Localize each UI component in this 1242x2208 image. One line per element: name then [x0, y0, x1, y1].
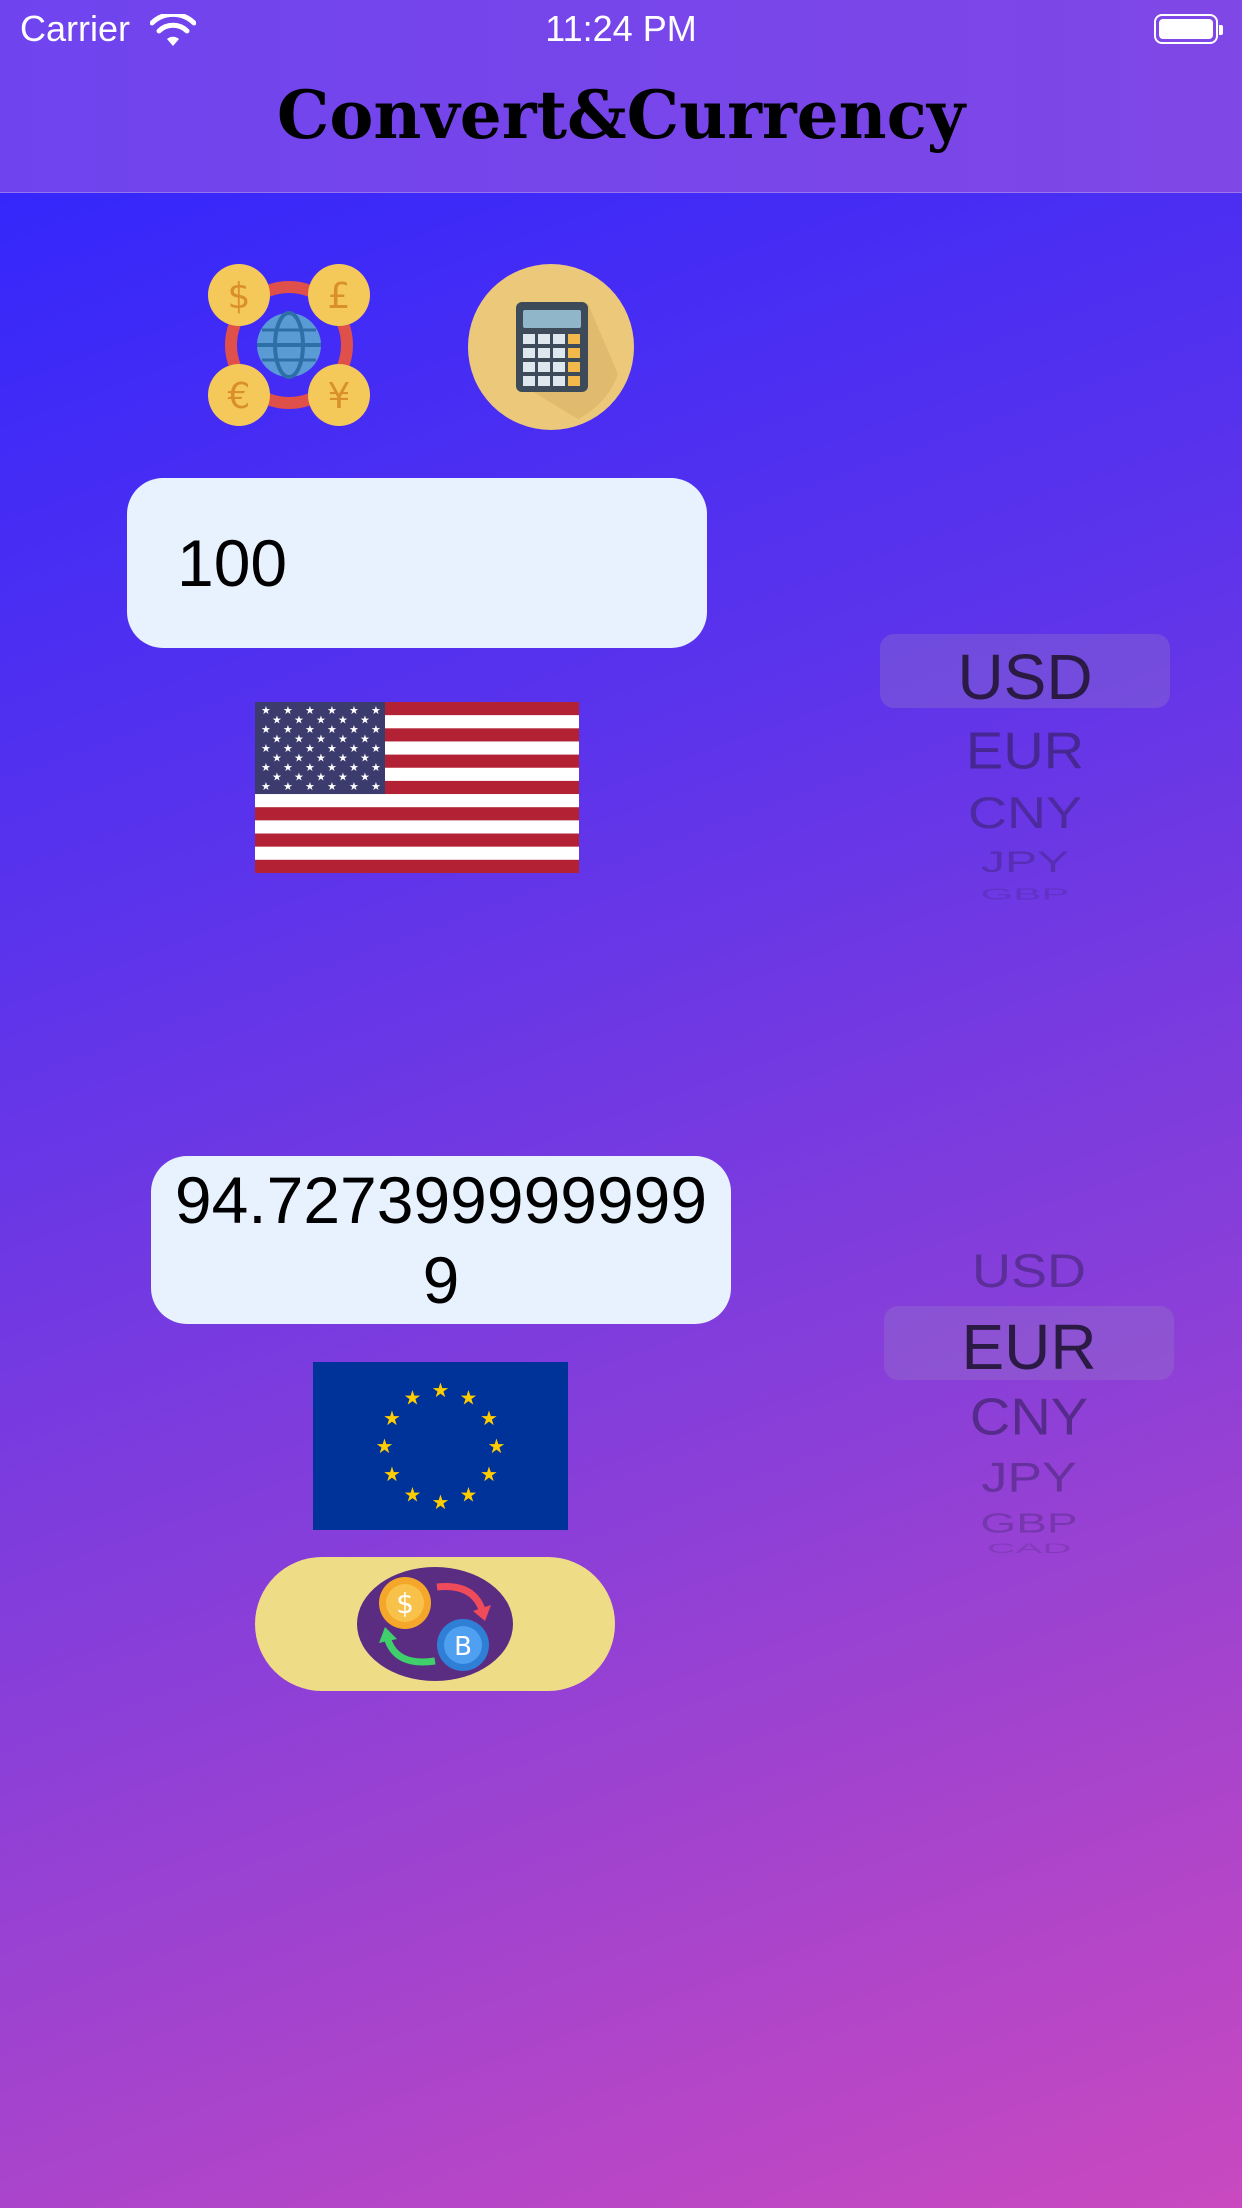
svg-text:★: ★: [349, 723, 359, 736]
svg-text:★: ★: [480, 1408, 498, 1430]
svg-text:★: ★: [305, 742, 315, 755]
svg-text:★: ★: [272, 771, 282, 784]
clock: 11:24 PM: [545, 8, 697, 49]
svg-text:★: ★: [261, 704, 271, 717]
svg-text:★: ★: [261, 742, 271, 755]
battery-icon: [1154, 14, 1223, 44]
svg-text:★: ★: [316, 771, 326, 784]
svg-text:★: ★: [272, 733, 282, 746]
svg-text:★: ★: [327, 723, 337, 736]
page-title: Convert&Currency: [276, 76, 966, 154]
svg-text:★: ★: [294, 733, 304, 746]
svg-text:$: $: [396, 1587, 414, 1620]
picker-option-gbp[interactable]: GBP: [884, 1507, 1174, 1539]
svg-text:★: ★: [305, 723, 315, 736]
svg-text:★: ★: [261, 761, 271, 774]
to-currency-picker[interactable]: USD EUR CNY JPY GBP CAD: [884, 1228, 1174, 1578]
svg-text:★: ★: [283, 780, 293, 793]
us-flag: ★ ★ ★ ★ ★ ★★ ★ ★ ★ ★★ ★ ★ ★ ★ ★★ ★ ★ ★ ★★ ★ ★ ★ ★ ★★ ★ ★ ★ ★★ ★ ★ ★ ★ ★★…: [255, 702, 579, 873]
picker-option-jpy[interactable]: JPY: [880, 845, 1170, 879]
picker-option-cny[interactable]: CNY: [884, 1386, 1174, 1446]
svg-text:★: ★: [371, 704, 381, 717]
svg-text:★: ★: [480, 1464, 498, 1486]
svg-text:★: ★: [272, 714, 282, 727]
svg-text:★: ★: [432, 1380, 450, 1402]
svg-text:★: ★: [404, 1484, 422, 1506]
svg-text:★: ★: [316, 752, 326, 765]
svg-text:★: ★: [316, 714, 326, 727]
picker-option-usd[interactable]: USD: [884, 1244, 1174, 1299]
svg-text:★: ★: [349, 742, 359, 755]
svg-text:★: ★: [360, 752, 370, 765]
svg-text:★: ★: [327, 704, 337, 717]
svg-text:★: ★: [383, 1464, 401, 1486]
picker-option-cny[interactable]: CNY: [880, 788, 1170, 839]
picker-option-eur[interactable]: EUR: [884, 1310, 1174, 1384]
eu-flag: ★ ★★★★★★★★★★★: [313, 1362, 568, 1530]
svg-text:★: ★: [383, 1408, 401, 1430]
svg-text:★: ★: [432, 1492, 450, 1514]
svg-text:★: ★: [327, 742, 337, 755]
svg-text:★: ★: [294, 752, 304, 765]
svg-text:★: ★: [283, 704, 293, 717]
from-currency-picker[interactable]: USD EUR CNY JPY GBP: [880, 630, 1170, 920]
currency-globe-icon[interactable]: $ £ € ¥: [206, 262, 372, 428]
svg-text:★: ★: [294, 771, 304, 784]
svg-text:★: ★: [283, 723, 293, 736]
svg-text:★: ★: [371, 761, 381, 774]
svg-text:★: ★: [261, 723, 271, 736]
picker-option-gbp[interactable]: GBP: [880, 885, 1170, 903]
svg-text:★: ★: [360, 733, 370, 746]
picker-option-eur[interactable]: EUR: [880, 720, 1170, 780]
svg-text:★: ★: [349, 761, 359, 774]
svg-text:★: ★: [371, 742, 381, 755]
picker-option-cad[interactable]: CAD: [884, 1541, 1174, 1557]
svg-text:★: ★: [460, 1388, 478, 1410]
svg-text:★: ★: [327, 761, 337, 774]
svg-text:★: ★: [488, 1436, 506, 1458]
svg-text:★: ★: [371, 723, 381, 736]
picker-option-usd[interactable]: USD: [880, 640, 1170, 714]
calculator-icon: [516, 302, 618, 419]
svg-text:★: ★: [272, 752, 282, 765]
amount-input[interactable]: 100: [127, 478, 707, 648]
svg-text:★: ★: [360, 714, 370, 727]
svg-text:★: ★: [338, 752, 348, 765]
picker-option-jpy[interactable]: JPY: [884, 1454, 1174, 1502]
svg-text:★: ★: [316, 733, 326, 746]
svg-text:★: ★: [349, 780, 359, 793]
svg-text:£: £: [328, 276, 351, 317]
svg-text:★: ★: [360, 771, 370, 784]
calculator-button[interactable]: [468, 264, 634, 430]
svg-text:★: ★: [283, 761, 293, 774]
convert-button[interactable]: $ B: [255, 1557, 615, 1691]
svg-text:★: ★: [338, 771, 348, 784]
svg-text:★: ★: [305, 761, 315, 774]
svg-text:★: ★: [261, 780, 271, 793]
svg-text:$: $: [228, 276, 251, 317]
svg-text:★: ★: [305, 780, 315, 793]
svg-text:★: ★: [327, 780, 337, 793]
svg-text:★: ★: [283, 742, 293, 755]
svg-text:★: ★: [294, 714, 304, 727]
svg-text:★: ★: [349, 704, 359, 717]
svg-text:★: ★: [338, 733, 348, 746]
svg-text:★: ★: [376, 1436, 394, 1458]
svg-text:★: ★: [460, 1484, 478, 1506]
svg-text:★: ★: [305, 704, 315, 717]
svg-text:B: B: [454, 1632, 472, 1662]
svg-text:★: ★: [404, 1388, 422, 1410]
svg-text:★: ★: [371, 780, 381, 793]
svg-text:¥: ¥: [328, 376, 351, 417]
svg-text:★: ★: [338, 714, 348, 727]
coin-swap-icon: $ B: [357, 1567, 513, 1681]
svg-text:€: €: [228, 376, 251, 417]
result-output: 94.7273999999999: [151, 1156, 731, 1324]
status-bar-overlay: Carrier 11:24 PM: [0, 0, 1242, 62]
